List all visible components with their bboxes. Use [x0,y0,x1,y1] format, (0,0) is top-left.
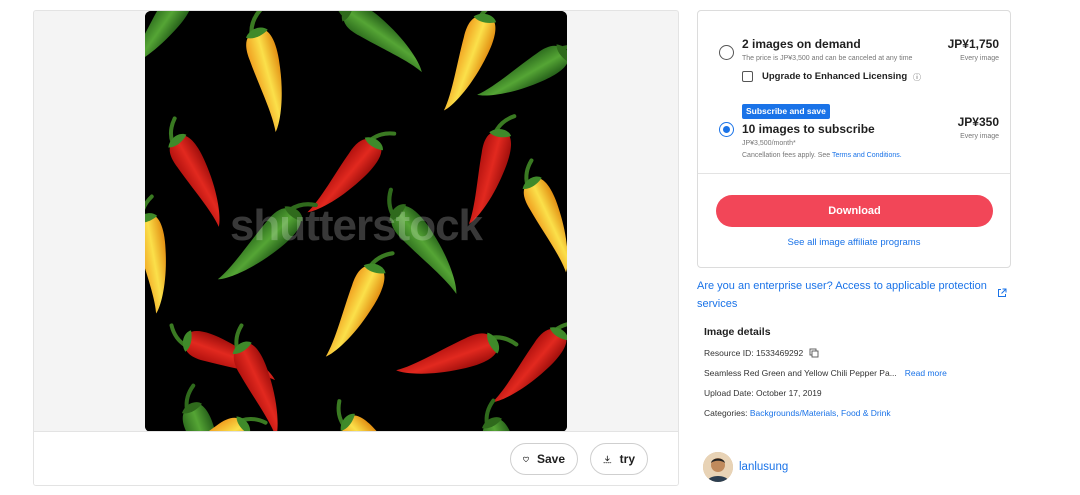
image-details: Image details Resource ID: 1533469292 Se… [704,326,1004,428]
download-icon [603,455,612,463]
save-button[interactable]: Save [510,443,578,475]
avatar-image [703,452,733,482]
on-demand-unit: Every image [960,55,999,62]
save-label: Save [536,452,565,466]
heart-icon [523,456,529,462]
try-label: try [619,452,635,466]
try-button[interactable]: try [590,443,648,475]
watermark: shutterstock [229,201,483,250]
radio-on-demand[interactable] [719,45,734,60]
external-link-icon[interactable] [997,288,1007,298]
image-area: shutterstock [34,11,678,432]
on-demand-price: JP¥1,750 [947,37,999,51]
read-more-link[interactable]: Read more [905,368,947,378]
affiliate-programs-link[interactable]: See all image affiliate programs [698,237,1010,248]
enhanced-licensing-label: Upgrade to Enhanced Licensing [762,71,908,82]
resource-id-row: Resource ID: 1533469292 [704,348,1004,368]
image-description: Seamless Red Green and Yellow Chili Pepp… [704,368,897,378]
copy-icon[interactable] [809,348,819,358]
description-row: Seamless Red Green and Yellow Chili Pepp… [704,368,1004,388]
info-icon[interactable]: ⓘ [913,72,921,83]
avatar[interactable] [703,452,733,482]
stock-image[interactable]: shutterstock [145,11,567,432]
resource-id: Resource ID: 1533469292 [704,348,804,358]
on-demand-title: 2 images on demand [742,37,861,51]
image-action-bar: Save try [34,431,678,485]
upload-date-row: Upload Date: October 17, 2019 [704,388,1004,408]
download-button[interactable]: Download [716,195,993,227]
categories-links[interactable]: Backgrounds/Materials, Food & Drink [750,408,891,418]
on-demand-subtitle: The price is JP¥3,500 and can be cancele… [742,55,913,62]
subscribe-badge: Subscribe and save [742,104,830,119]
categories-row: Categories: Backgrounds/Materials, Food … [704,408,1004,428]
image-details-title: Image details [704,326,771,338]
enterprise-link[interactable]: Are you an enterprise user? Access to ap… [697,277,987,313]
option-on-demand[interactable]: 2 images on demand The price is JP¥3,500… [698,11,1010,174]
purchase-card: 2 images on demand The price is JP¥3,500… [697,10,1011,268]
author-name[interactable]: lanlusung [739,461,788,473]
author[interactable]: lanlusung [703,452,788,482]
enhanced-licensing-checkbox[interactable] [742,71,753,82]
upload-date: Upload Date: October 17, 2019 [704,388,822,398]
image-preview-panel: shutterstock Save try [33,10,679,486]
categories-label: Categories: [704,408,748,418]
